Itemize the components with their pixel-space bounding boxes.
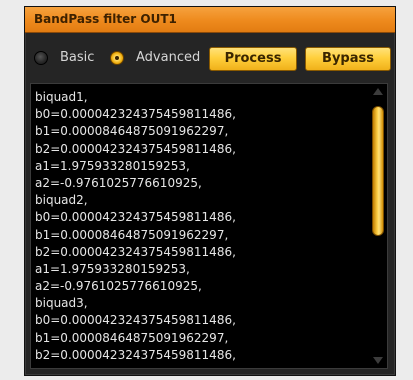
coefficient-line: a1=1.975933280159253, bbox=[35, 158, 190, 173]
coefficient-line: a2=-0.9761025776610925, bbox=[35, 175, 202, 190]
radio-basic-label[interactable]: Basic bbox=[60, 50, 94, 65]
coefficient-line: b1=0.00008464875091962297, bbox=[35, 227, 229, 242]
process-button[interactable]: Process bbox=[209, 47, 297, 71]
radio-advanced-icon[interactable] bbox=[110, 51, 124, 65]
coefficient-line: b1=0.00008464875091962297, bbox=[35, 124, 229, 139]
radio-basic-icon[interactable] bbox=[34, 51, 48, 65]
coefficient-line: b1=0.00008464875091962297, bbox=[35, 330, 229, 345]
coefficient-line: biquad2, bbox=[35, 193, 88, 208]
filter-panel: BandPass filter OUT1 Basic Advanced Proc… bbox=[24, 6, 396, 376]
coefficients-textarea[interactable]: biquad1, b0=0.000042324375459811486, b1=… bbox=[30, 83, 388, 369]
radio-advanced-label[interactable]: Advanced bbox=[136, 50, 200, 65]
coefficient-line: a1=1.975933280159253, bbox=[35, 261, 190, 276]
coefficient-line: b2=0.000042324375459811486, bbox=[35, 347, 236, 362]
bypass-button[interactable]: Bypass bbox=[305, 47, 391, 71]
coefficients-list: biquad1, b0=0.000042324375459811486, b1=… bbox=[35, 89, 365, 364]
coefficient-line: biquad3, bbox=[35, 296, 88, 311]
coefficient-line: b2=0.000042324375459811486, bbox=[35, 141, 236, 156]
coefficient-line: a2=-0.9761025776610925, bbox=[35, 279, 202, 294]
panel-titlebar: BandPass filter OUT1 bbox=[25, 7, 395, 33]
scrollbar-thumb[interactable] bbox=[372, 106, 384, 236]
coefficient-line: b0=0.000042324375459811486, bbox=[35, 210, 236, 225]
coefficient-line: b0=0.000042324375459811486, bbox=[35, 313, 236, 328]
vertical-scrollbar[interactable] bbox=[370, 86, 386, 366]
coefficient-line: b2=0.000042324375459811486, bbox=[35, 244, 236, 259]
coefficient-line: biquad1, bbox=[35, 90, 88, 104]
panel-title: BandPass filter OUT1 bbox=[34, 12, 177, 26]
scroll-up-arrow-icon[interactable] bbox=[373, 88, 383, 95]
scroll-down-arrow-icon[interactable] bbox=[373, 357, 383, 364]
coefficient-line: b0=0.000042324375459811486, bbox=[35, 107, 236, 122]
